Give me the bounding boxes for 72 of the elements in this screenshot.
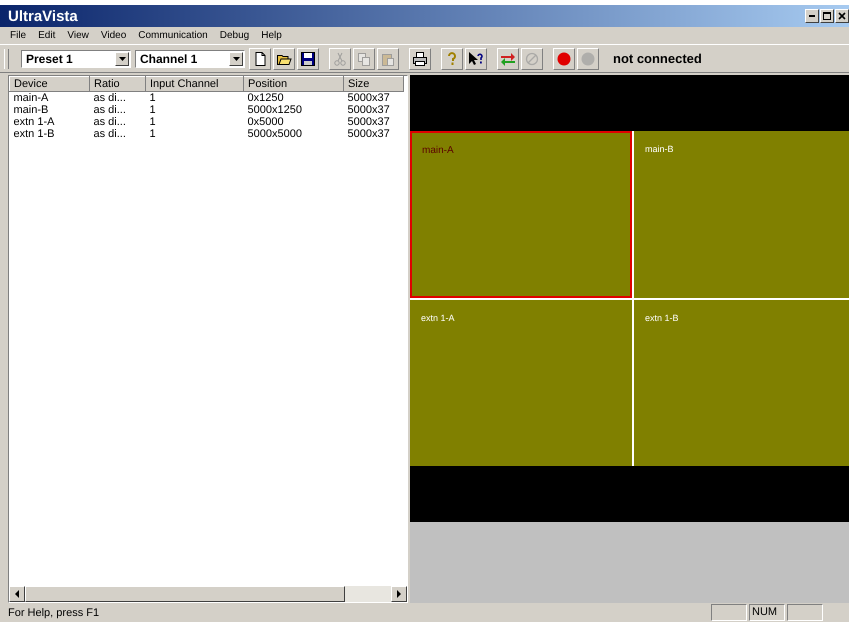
display-tile[interactable]: extn 1-A — [410, 300, 632, 466]
table-cell-text: as di... — [92, 104, 127, 116]
table-cell-text: extn 1-B — [12, 128, 56, 140]
table-cell-text: extn 1-A — [12, 116, 56, 128]
status-panel: NUM — [749, 604, 785, 621]
horizontal-scrollbar[interactable] — [9, 586, 407, 602]
pointer-question-icon — [468, 50, 484, 66]
maximize-icon — [822, 11, 832, 21]
display-tile[interactable]: extn 1-B — [634, 300, 849, 466]
table-cell-text: 1 — [148, 128, 157, 140]
menu-item[interactable]: Debug — [214, 30, 256, 41]
menu-item[interactable]: Help — [255, 30, 288, 41]
maximize-button[interactable] — [820, 9, 834, 23]
table-cell-text: 1 — [148, 116, 157, 128]
menu-item[interactable]: File — [4, 30, 32, 41]
minimize-button[interactable] — [805, 9, 819, 23]
tile-label: extn 1-B — [645, 313, 679, 323]
status-panel — [787, 604, 823, 621]
column-header[interactable]: Size — [344, 76, 404, 92]
caret-icon — [232, 56, 240, 60]
table-cell: 1 — [146, 92, 244, 104]
table-cell-text: 5000x5000 — [246, 128, 303, 140]
toolbar-button[interactable] — [297, 48, 319, 70]
table-cell-text: 5000x37 — [346, 116, 391, 128]
caret-icon — [118, 56, 126, 60]
table-cell: 5000x37 — [344, 92, 404, 104]
table-cell-text: 5000x37 — [346, 128, 391, 140]
close-icon — [837, 11, 847, 21]
minimize-icon — [809, 15, 815, 17]
tile-label: extn 1-A — [421, 313, 455, 323]
table-cell: main-A — [10, 92, 90, 104]
menu-item[interactable]: Communication — [132, 30, 214, 41]
column-header[interactable]: Position — [244, 76, 344, 92]
toolbar-button[interactable] — [409, 48, 431, 70]
left-arrow-icon — [13, 590, 21, 598]
table-cell-text: as di... — [92, 128, 127, 140]
toolbar-button[interactable] — [249, 48, 271, 70]
scissors-icon — [332, 50, 348, 66]
dropdown[interactable]: Preset 1 — [21, 50, 131, 68]
table-cell-text: 5000x37 — [346, 104, 391, 116]
dropdown[interactable]: Channel 1 — [135, 50, 245, 68]
menu-item[interactable]: Video — [94, 30, 132, 41]
connection-status: not connected — [613, 51, 702, 66]
table-cell-text: 1 — [148, 104, 157, 116]
column-header[interactable]: Device — [10, 76, 90, 92]
copy-icon — [356, 50, 372, 66]
tile-label: main-A — [422, 145, 454, 156]
toolbar-button[interactable] — [273, 48, 295, 70]
menu-item[interactable]: View — [61, 30, 95, 41]
table-cell-text: as di... — [92, 116, 127, 128]
table-cell: as di... — [90, 92, 146, 104]
column-header[interactable]: Input Channel — [146, 76, 244, 92]
status-panel — [711, 604, 747, 621]
status-text: For Help, press F1 — [8, 606, 100, 618]
close-button[interactable] — [835, 9, 849, 23]
column-header[interactable]: Ratio — [90, 76, 146, 92]
table-cell-text: main-B — [12, 104, 50, 116]
table-cell-text: 0x5000 — [246, 116, 285, 128]
display-tile[interactable]: main-B — [634, 131, 849, 298]
window-title: UltraVista — [8, 8, 78, 24]
table-cell: 0x1250 — [244, 92, 344, 104]
circle-icon — [580, 50, 596, 66]
prohibited-icon — [524, 50, 540, 66]
menu-item[interactable]: Edit — [32, 30, 62, 41]
circle-icon — [556, 50, 572, 66]
toolbar-button[interactable] — [465, 48, 487, 70]
scroll-thumb[interactable] — [25, 586, 345, 602]
right-arrow-icon — [395, 590, 403, 598]
table-cell-text: 5000x1250 — [246, 104, 303, 116]
tile-label: main-B — [645, 144, 674, 154]
printer-icon — [412, 50, 428, 66]
arrows-icon — [500, 50, 516, 66]
